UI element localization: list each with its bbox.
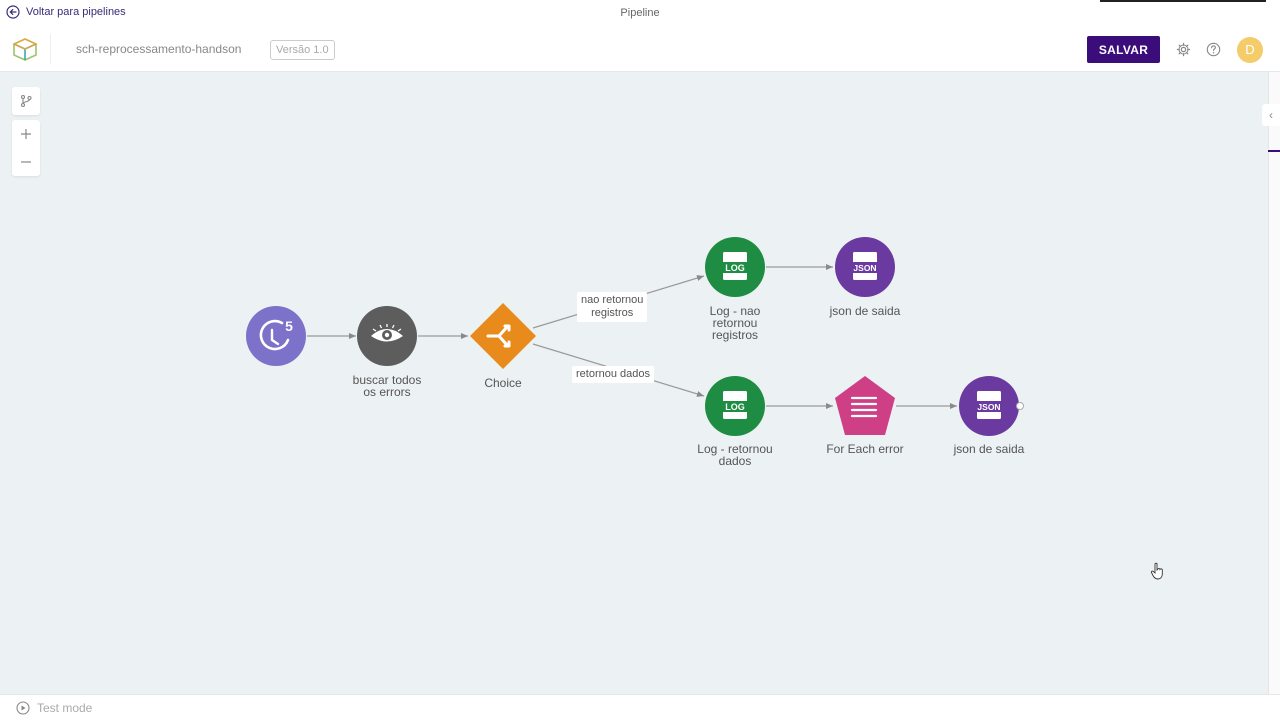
json-icon: JSON bbox=[975, 391, 1003, 419]
edge-label-retornou-dados[interactable]: retornou dados bbox=[572, 366, 654, 383]
json-2-node[interactable]: JSON bbox=[959, 376, 1024, 436]
test-mode-label: Test mode bbox=[37, 701, 93, 715]
pipeline-canvas[interactable]: 5 LOG JSON LOG JSON nao retornou registr… bbox=[0, 72, 1268, 694]
log-text: LOG bbox=[725, 402, 745, 412]
edge-label-nao-retornou[interactable]: nao retornou registros bbox=[577, 292, 648, 322]
chevron-left-icon: ‹ bbox=[1269, 108, 1273, 122]
right-panel-rail bbox=[1268, 72, 1280, 694]
header-divider bbox=[50, 34, 51, 64]
loading-bar bbox=[1100, 0, 1266, 2]
foreach-node[interactable] bbox=[835, 376, 895, 435]
pipeline-name[interactable]: sch-reprocessamento-handson bbox=[76, 42, 241, 56]
json-text: JSON bbox=[977, 402, 1000, 412]
help-icon[interactable] bbox=[1206, 42, 1221, 57]
buscar-node[interactable] bbox=[357, 306, 417, 366]
save-button[interactable]: SALVAR bbox=[1087, 36, 1160, 63]
footer-bar: Test mode bbox=[0, 694, 1280, 720]
version-badge: Versão 1.0 bbox=[270, 40, 335, 60]
node-label-json-1: json de saida bbox=[829, 304, 901, 318]
test-mode-toggle[interactable]: Test mode bbox=[16, 701, 92, 715]
scheduler-node[interactable]: 5 bbox=[246, 306, 306, 366]
choice-node[interactable] bbox=[470, 303, 536, 369]
log-text: LOG bbox=[725, 263, 745, 273]
node-label-log-nao: Log - nao retornou registros bbox=[709, 304, 761, 342]
log-nao-node[interactable]: LOG bbox=[705, 237, 765, 297]
pipeline-graph: 5 LOG JSON LOG JSON bbox=[246, 237, 1024, 436]
play-icon bbox=[16, 701, 30, 715]
top-bar: Voltar para pipelines Pipeline bbox=[0, 0, 1280, 26]
settings-gear-icon[interactable] bbox=[1176, 42, 1191, 57]
node-label-json-2: json de saida bbox=[953, 442, 1025, 456]
json-1-node[interactable]: JSON bbox=[835, 237, 895, 297]
timer-number: 5 bbox=[285, 318, 293, 334]
json-text: JSON bbox=[853, 263, 876, 273]
log-icon: LOG bbox=[722, 252, 748, 280]
user-avatar[interactable]: D bbox=[1237, 37, 1263, 63]
node-label-log-retornou: Log - retornou dados bbox=[697, 442, 773, 468]
page-title: Pipeline bbox=[620, 7, 660, 19]
pipeline-header: sch-reprocessamento-handson Versão 1.0 S… bbox=[0, 26, 1280, 72]
node-label-foreach: For Each error bbox=[826, 442, 904, 456]
log-retornou-node[interactable]: LOG bbox=[705, 376, 765, 436]
output-port-handle[interactable] bbox=[1016, 402, 1024, 410]
log-icon: LOG bbox=[722, 391, 748, 419]
rail-indicator bbox=[1268, 150, 1280, 152]
node-label-choice: Choice bbox=[484, 376, 522, 390]
collapse-panel-button[interactable]: ‹ bbox=[1262, 104, 1280, 126]
hand-cursor-icon bbox=[1150, 562, 1163, 580]
app-logo-icon bbox=[12, 38, 38, 61]
json-icon: JSON bbox=[851, 252, 879, 280]
node-label-buscar: buscar todos os errors bbox=[352, 373, 422, 399]
